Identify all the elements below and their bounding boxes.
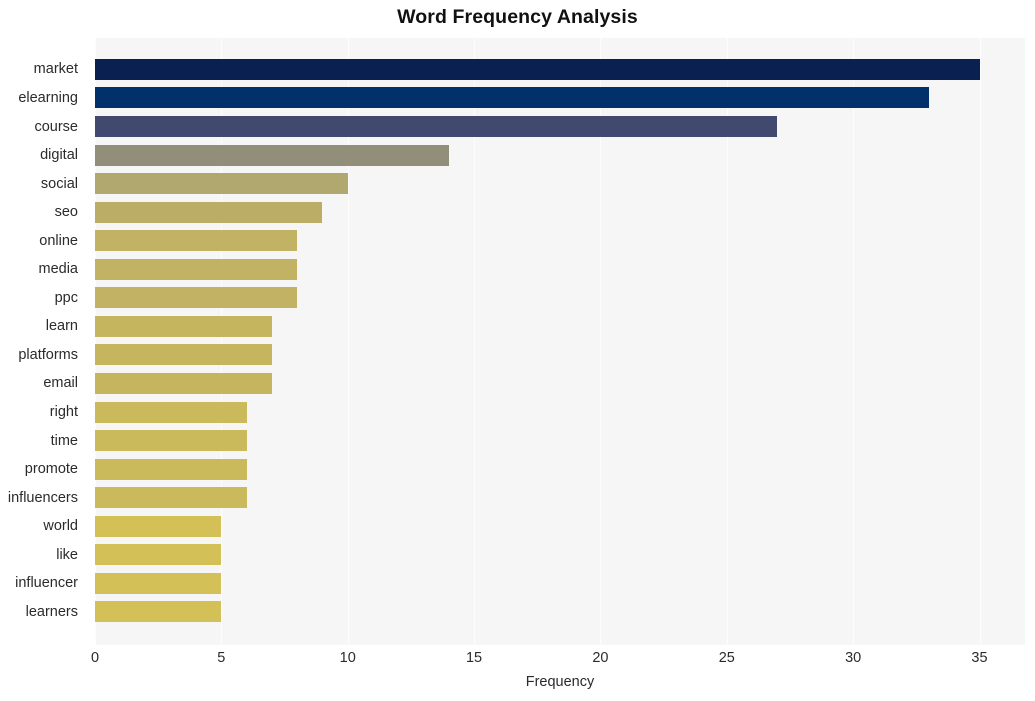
y-tick-label-promote: promote	[24, 461, 78, 478]
y-tick-label-course: course	[34, 118, 78, 135]
word-frequency-chart-figure: Word Frequency Analysis market elearning c…	[0, 0, 1035, 701]
x-axis-title: Frequency	[525, 674, 595, 690]
y-tick-label-social: social	[40, 175, 78, 192]
y-tick-label-email: email	[43, 375, 78, 392]
x-axis-tick-labels: 0 5 10 15 20 25 30 35	[91, 645, 1025, 675]
x-tick-label-20: 20	[592, 650, 609, 666]
gridline-x-35	[979, 38, 981, 645]
y-tick-label-learn: learn	[45, 318, 78, 335]
x-tick-label-0: 0	[90, 650, 100, 666]
bar-world	[95, 515, 222, 537]
y-tick-label-market: market	[33, 61, 78, 78]
bar-elearning	[95, 87, 929, 109]
bar-learners	[95, 601, 222, 623]
x-tick-label-15: 15	[465, 650, 483, 666]
bar-online	[95, 230, 298, 252]
bar-email	[95, 372, 272, 394]
bar-course	[95, 116, 778, 137]
bar-promote	[95, 458, 247, 480]
x-tick-label-25: 25	[718, 650, 735, 666]
y-tick-label-elearning: elearning	[18, 89, 78, 106]
y-tick-label-like: like	[56, 546, 78, 563]
x-tick-label-35: 35	[971, 650, 988, 666]
bar-market	[95, 58, 980, 80]
y-tick-label-world: world	[43, 518, 78, 535]
x-tick-label-30: 30	[845, 650, 862, 666]
bar-ppc	[95, 287, 298, 309]
y-tick-label-seo: seo	[54, 204, 78, 221]
bar-time	[95, 430, 247, 452]
bar-learn	[95, 315, 272, 337]
y-tick-label-learners: learners	[25, 603, 78, 620]
bar-seo	[95, 201, 323, 223]
bar-influencers	[95, 487, 247, 509]
y-tick-label-influencers: influencers	[7, 489, 78, 506]
bar-right	[95, 401, 247, 423]
bar-media	[95, 258, 298, 280]
bar-social	[95, 173, 348, 195]
y-tick-label-media: media	[38, 261, 79, 278]
x-tick-label-10: 10	[339, 650, 356, 666]
bar-digital	[95, 144, 449, 166]
gridline-x-30	[853, 38, 855, 645]
y-tick-label-time: time	[50, 432, 78, 449]
plot-area	[95, 38, 1025, 645]
y-tick-label-online: online	[39, 232, 78, 249]
x-tick-label-5: 5	[217, 650, 226, 666]
y-tick-label-right: right	[49, 404, 78, 421]
y-axis-tick-labels: market elearning course digital social seo onl…	[0, 38, 87, 645]
bar-influencer	[95, 572, 222, 594]
bar-platforms	[95, 344, 272, 366]
y-tick-label-influencer: influencer	[15, 575, 78, 592]
chart-title: Word Frequency Analysis	[397, 6, 638, 28]
y-tick-label-ppc: ppc	[54, 289, 78, 306]
bar-like	[95, 544, 222, 566]
y-tick-label-digital: digital	[40, 147, 78, 164]
y-tick-label-platforms: platforms	[18, 346, 78, 363]
